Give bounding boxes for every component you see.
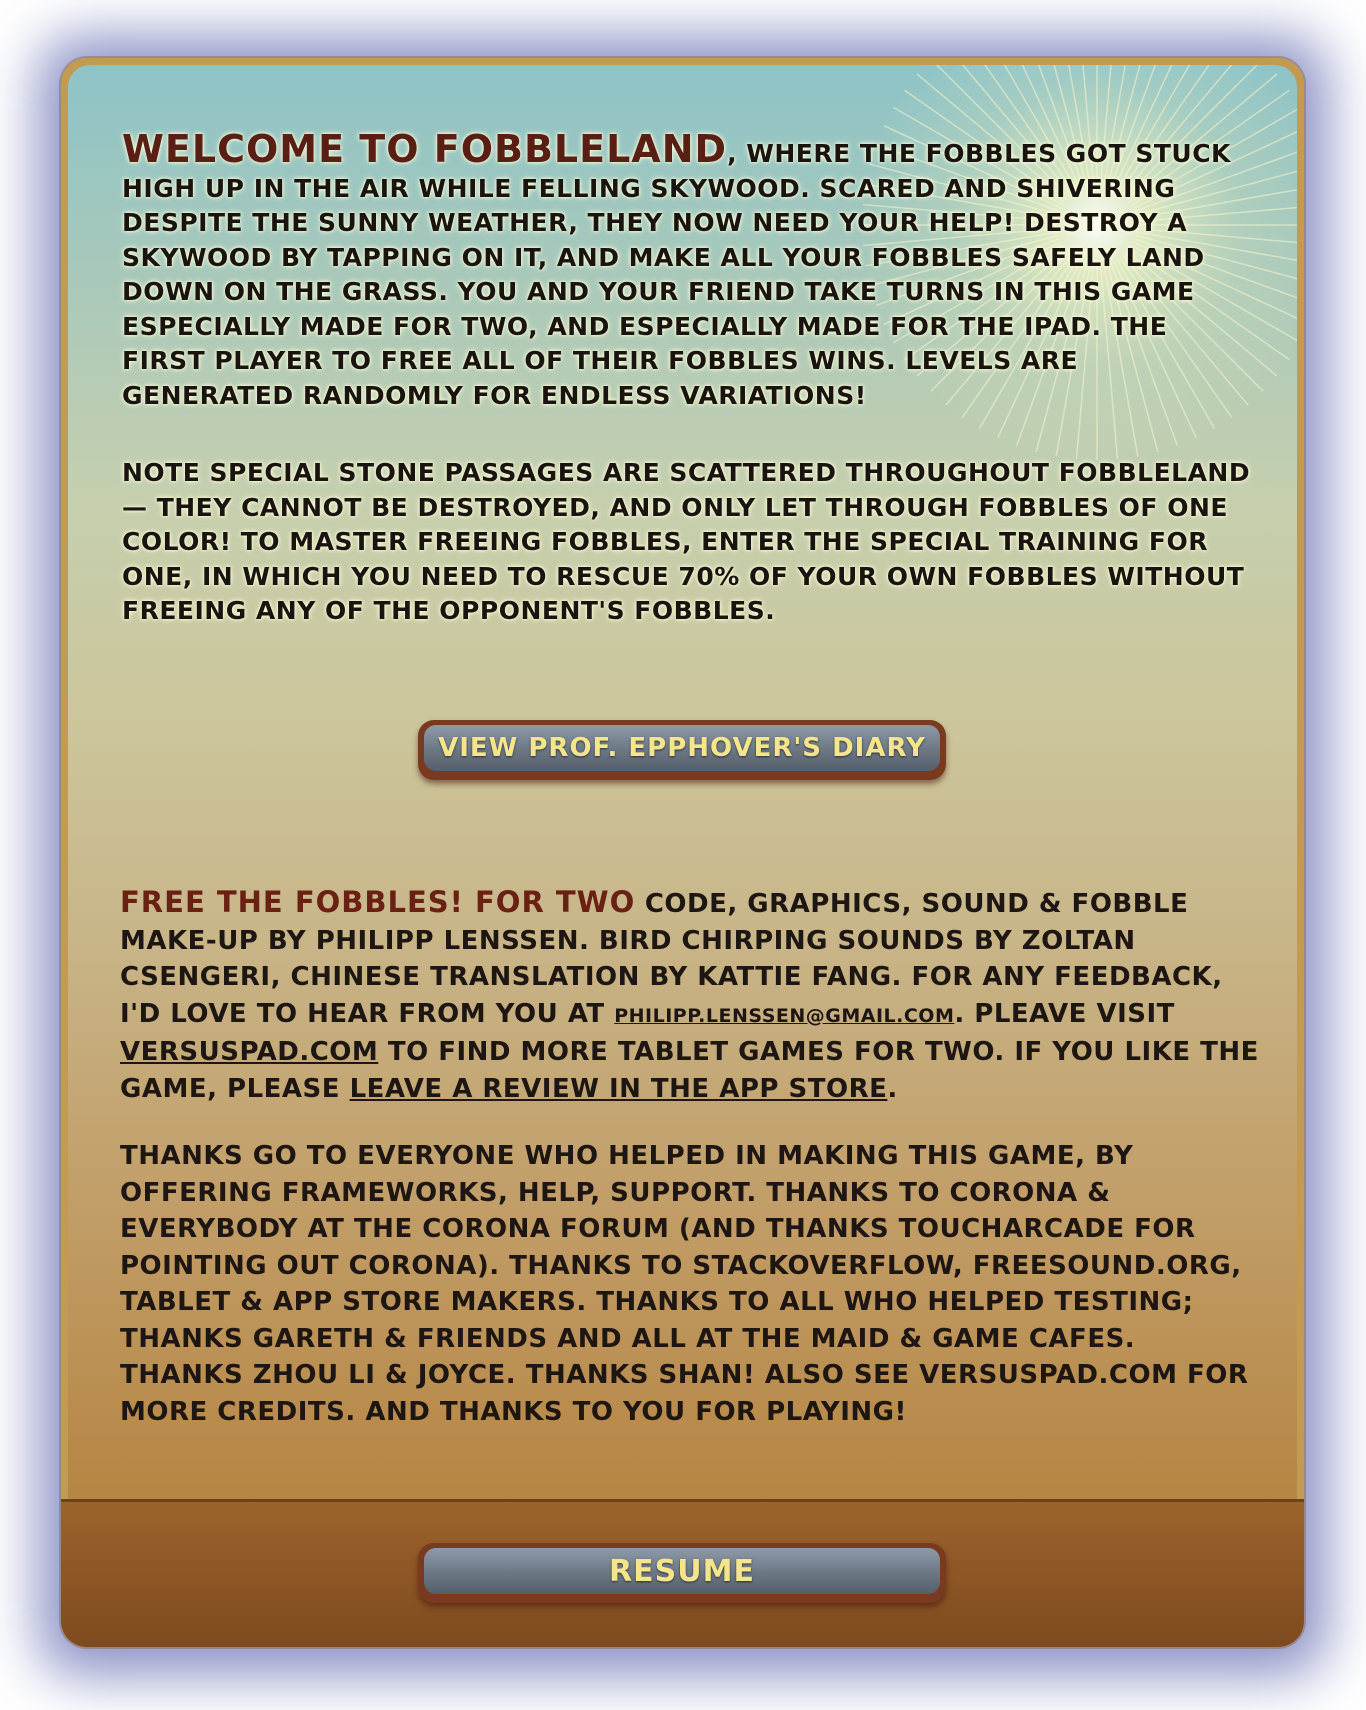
thanks-text: Thanks go to everyone who helped in maki… bbox=[120, 1141, 1249, 1427]
game-screen: Welcome to Fobbleland, where the Fobbles… bbox=[0, 0, 1366, 1710]
resume-button[interactable]: Resume bbox=[418, 1543, 946, 1603]
welcome-headline: Welcome to Fobbleland bbox=[122, 127, 728, 171]
versuspad-link[interactable]: versuspad.com bbox=[120, 1037, 378, 1067]
intro-body: , where the Fobbles got stuck high up in… bbox=[122, 139, 1231, 410]
intro-text: Welcome to Fobbleland, where the Fobbles… bbox=[122, 130, 1252, 413]
credits-text: Free the Fobbles! for Two Code, graphics… bbox=[120, 884, 1260, 1107]
review-link[interactable]: leave a review in the App Store bbox=[350, 1074, 888, 1104]
email-link[interactable]: philipp.lenssen@gmail.com bbox=[614, 1005, 954, 1027]
view-diary-label: View Prof. Epphover's Diary bbox=[424, 725, 940, 771]
game-title: Free the Fobbles! for Two bbox=[120, 885, 636, 919]
view-diary-button[interactable]: View Prof. Epphover's Diary bbox=[418, 720, 946, 780]
resume-label: Resume bbox=[424, 1548, 940, 1594]
credits-body-2: . Pleave visit bbox=[954, 998, 1175, 1029]
note-text: Note special stone passages are scattere… bbox=[122, 458, 1251, 625]
credits-body-4: . bbox=[887, 1073, 898, 1104]
